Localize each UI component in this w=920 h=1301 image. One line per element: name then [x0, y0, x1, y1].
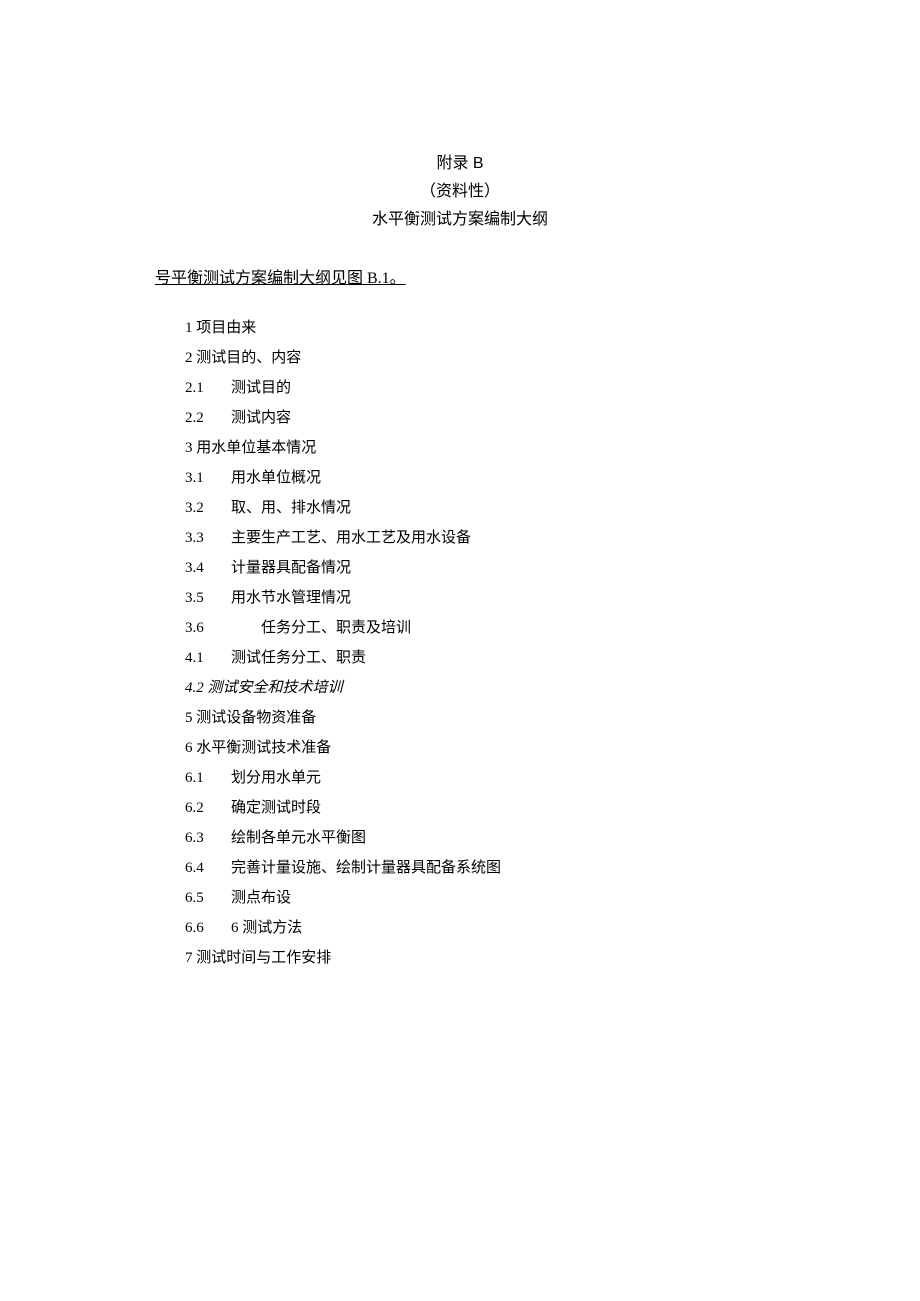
- outline-label: 完善计量设施、绘制计量器具配备系统图: [231, 860, 501, 876]
- outline-number: 6.2: [185, 793, 231, 823]
- outline-number: 6.1: [185, 763, 231, 793]
- outline-text: 5 测试设备物资准备: [185, 710, 316, 726]
- outline-item: 4.1测试任务分工、职责: [185, 643, 765, 673]
- outline-label: 测试任务分工、职责: [231, 650, 366, 666]
- outline-label: 用水单位概况: [231, 470, 321, 486]
- outline-item: 3.1用水单位概况: [185, 463, 765, 493]
- outline-number: 6.5: [185, 883, 231, 913]
- outline-item: 3.5用水节水管理情况: [185, 583, 765, 613]
- outline-number: 3.2: [185, 493, 231, 523]
- outline-number: 4.1: [185, 643, 231, 673]
- outline-label: 任务分工、职责及培训: [261, 620, 411, 636]
- outline-label: 用水节水管理情况: [231, 590, 351, 606]
- appendix-title: 水平衡测试方案编制大纲: [155, 206, 765, 234]
- outline-number: 6.3: [185, 823, 231, 853]
- outline-label: 取、用、排水情况: [231, 500, 351, 516]
- outline-text: 3 用水单位基本情况: [185, 440, 316, 456]
- outline-label: 主要生产工艺、用水工艺及用水设备: [231, 530, 471, 546]
- outline-item: 3 用水单位基本情况: [185, 433, 765, 463]
- outline-label: 测试内容: [231, 410, 291, 426]
- outline-text: 4.2 测试安全和技术培训: [185, 680, 343, 696]
- outline-item: 2.2测试内容: [185, 403, 765, 433]
- outline-item: 6.1划分用水单元: [185, 763, 765, 793]
- outline-label: 测点布设: [231, 890, 291, 906]
- outline-item: 5 测试设备物资准备: [185, 703, 765, 733]
- outline-label: 确定测试时段: [231, 800, 321, 816]
- intro-text: 号平衡测试方案编制大纲见图 B.1。: [155, 264, 765, 288]
- outline-container: 1 项目由来2 测试目的、内容2.1测试目的2.2测试内容3 用水单位基本情况3…: [155, 313, 765, 973]
- outline-label: 6 测试方法: [231, 920, 302, 936]
- outline-item: 6.2确定测试时段: [185, 793, 765, 823]
- outline-item: 6.66 测试方法: [185, 913, 765, 943]
- outline-item: 3.4计量器具配备情况: [185, 553, 765, 583]
- outline-text: 2 测试目的、内容: [185, 350, 301, 366]
- outline-item: 6 水平衡测试技术准备: [185, 733, 765, 763]
- outline-item: 7 测试时间与工作安排: [185, 943, 765, 973]
- outline-number: 2.1: [185, 373, 231, 403]
- outline-label: 划分用水单元: [231, 770, 321, 786]
- outline-item: 1 项目由来: [185, 313, 765, 343]
- outline-label: 计量器具配备情况: [231, 560, 351, 576]
- outline-item: 2.1测试目的: [185, 373, 765, 403]
- outline-number: 3.5: [185, 583, 231, 613]
- outline-item: 2 测试目的、内容: [185, 343, 765, 373]
- outline-item: 6.4完善计量设施、绘制计量器具配备系统图: [185, 853, 765, 883]
- outline-item: 6.5测点布设: [185, 883, 765, 913]
- outline-number: 3.3: [185, 523, 231, 553]
- outline-item: 3.6 任务分工、职责及培训: [185, 613, 765, 643]
- outline-label: 绘制各单元水平衡图: [231, 830, 366, 846]
- outline-text: 7 测试时间与工作安排: [185, 950, 331, 966]
- outline-item: 6.3绘制各单元水平衡图: [185, 823, 765, 853]
- outline-text: 6 水平衡测试技术准备: [185, 740, 331, 756]
- outline-item: 3.2取、用、排水情况: [185, 493, 765, 523]
- outline-item: 3.3主要生产工艺、用水工艺及用水设备: [185, 523, 765, 553]
- outline-label: 测试目的: [231, 380, 291, 396]
- outline-number: 6.4: [185, 853, 231, 883]
- outline-item: 4.2 测试安全和技术培训: [185, 673, 765, 703]
- outline-number: 6.6: [185, 913, 231, 943]
- outline-number: 3.6: [185, 613, 231, 643]
- outline-number: 3.4: [185, 553, 231, 583]
- appendix-type: （资料性）: [155, 178, 765, 206]
- appendix-label: 附录 B: [155, 150, 765, 178]
- outline-number: 3.1: [185, 463, 231, 493]
- outline-text: 1 项目由来: [185, 320, 256, 336]
- outline-number: 2.2: [185, 403, 231, 433]
